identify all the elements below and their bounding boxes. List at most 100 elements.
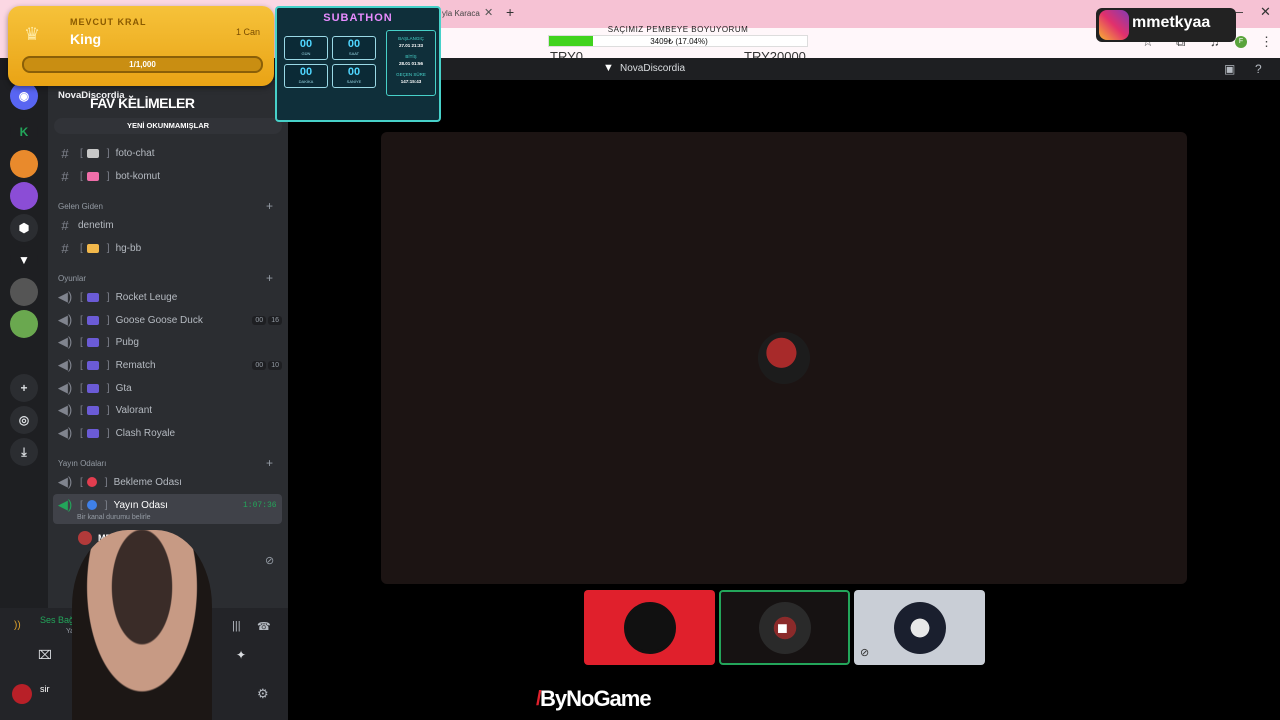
user-avatar[interactable]: [12, 684, 32, 704]
deafened-icon: ⊘: [265, 555, 275, 567]
speaker-active-icon: ◀): [57, 497, 73, 512]
voice-channel-rematch[interactable]: ◀)[] Rematch 00 10: [56, 355, 282, 375]
voice-channel-pubg[interactable]: ◀)[] Pubg: [56, 332, 282, 352]
user-limit-badge: 10: [268, 360, 282, 370]
subathon-seconds: 00 SANİYE: [332, 64, 376, 88]
streamer-webcam: [72, 530, 212, 720]
fav-words-overlay: FAV KELİMELER: [90, 95, 195, 111]
speaker-icon: ◀): [57, 312, 73, 327]
text-channel-icon: #: [61, 145, 69, 161]
gamepad-emoji-icon: [86, 315, 99, 325]
new-tab-button[interactable]: +: [506, 4, 514, 20]
category-oyunlar[interactable]: Oyunlar: [58, 274, 86, 283]
voice-channel-rocket-leuge[interactable]: ◀)[] Rocket Leuge: [56, 287, 282, 307]
explore-icon[interactable]: ◎: [10, 406, 38, 434]
text-channel-icon: #: [61, 240, 69, 256]
category-gelen-giden[interactable]: Gelen Giden: [58, 202, 103, 211]
speaker-icon: ◀): [57, 289, 73, 304]
gamepad-emoji-icon: [86, 292, 99, 302]
voice-timer: 1:07:36: [243, 501, 277, 510]
server-icon-3[interactable]: [10, 182, 38, 210]
speaker-icon: ◀): [57, 380, 73, 395]
text-channel-icon: #: [61, 168, 69, 184]
server-logo-icon: ▼: [603, 62, 614, 74]
settings-gear-icon[interactable]: ⚙: [257, 686, 269, 702]
gamepad-emoji-icon: [86, 337, 99, 347]
voice-channel-gta[interactable]: ◀)[] Gta: [56, 378, 282, 398]
user-name[interactable]: sir: [40, 684, 50, 694]
disconnect-icon[interactable]: ☎: [257, 620, 271, 633]
add-channel-icon[interactable]: +: [266, 199, 273, 213]
profile-avatar[interactable]: F: [1235, 36, 1247, 48]
camera-off-button[interactable]: ⌧: [38, 648, 52, 662]
wave-emoji-icon: [86, 243, 99, 253]
subathon-days: 00 GÜN: [284, 36, 328, 60]
participant-avatar: [893, 601, 946, 654]
text-channel-icon: #: [61, 217, 69, 233]
goal-title: SAÇIMIZ PEMBEYE BOYUYORUM: [607, 25, 749, 34]
speaker-icon: ◀): [57, 402, 73, 417]
voice-channel-clash-royale[interactable]: ◀)[] Clash Royale: [56, 423, 282, 443]
activities-button[interactable]: ✦: [236, 648, 246, 662]
noise-suppression-icon[interactable]: |||: [232, 620, 241, 632]
voice-channel-bekleme-odasi[interactable]: ◀)[] Bekleme Odası: [56, 472, 282, 492]
user-count-badge: 00: [252, 315, 267, 325]
voice-channel-goose-goose-duck[interactable]: ◀)[] Goose Goose Duck 00 16: [56, 310, 282, 330]
user-limit-badge: 16: [268, 315, 282, 325]
king-name: King: [70, 31, 102, 47]
speaker-icon: ◀): [57, 425, 73, 440]
participant-tile-3[interactable]: ⊘: [854, 590, 985, 665]
menu-icon[interactable]: ⋮: [1260, 34, 1273, 50]
discord-home-icon[interactable]: ◉: [10, 82, 38, 110]
goal-progress-bar: 3409₺ (17.04%): [548, 35, 808, 47]
king-progress-bar: 1/1,000: [22, 56, 263, 73]
video-camera-icon: ■: [777, 618, 788, 638]
tab-close-icon[interactable]: ✕: [484, 6, 493, 19]
bynogame-logo: ByNoGame: [540, 686, 652, 711]
help-icon[interactable]: ?: [1255, 62, 1262, 76]
window-title: NovaDiscordia: [620, 63, 686, 74]
keyboard-emoji-icon: [86, 148, 99, 158]
inbox-icon[interactable]: ▣: [1224, 62, 1235, 76]
king-count: 1 Can: [236, 27, 261, 37]
server-icon-kick[interactable]: K: [10, 118, 38, 146]
add-channel-icon[interactable]: +: [266, 456, 273, 470]
close-window-button[interactable]: ✕: [1260, 4, 1271, 20]
speaker-icon: ◀): [57, 357, 73, 372]
gamepad-emoji-icon: [86, 405, 99, 415]
unread-banner[interactable]: YENİ OKUNMAMIŞLAR: [54, 118, 282, 134]
server-icon-5[interactable]: [10, 278, 38, 306]
subathon-minutes: 00 DAKİKA: [284, 64, 328, 88]
download-icon[interactable]: ⤓: [10, 438, 38, 466]
goal-progress-text: 3409₺ (17.04%): [650, 37, 708, 46]
participant-avatar: [623, 601, 676, 654]
castle-emoji-icon: [86, 171, 99, 181]
channel-status-hint[interactable]: Bir kanal durumu belirle: [77, 514, 151, 521]
server-icon-nova[interactable]: ▼: [10, 246, 38, 274]
subathon-times: BAŞLANGIÇ 27.01 21:33 BİTİŞ 28.01 01:56 …: [386, 30, 436, 96]
instagram-handle: mmetkyaa: [1132, 14, 1211, 31]
add-server-icon[interactable]: +: [10, 374, 38, 402]
blue-circle-emoji-icon: [86, 500, 97, 510]
signal-icon: )): [14, 620, 21, 631]
participant-tile-2[interactable]: ■: [719, 590, 850, 665]
stage-avatar: [758, 332, 810, 384]
participant-tile-1[interactable]: [584, 590, 715, 665]
king-label: MEVCUT KRAL: [70, 17, 147, 27]
server-icon-4[interactable]: ⬢: [10, 214, 38, 242]
crown-icon: ♛: [24, 24, 41, 44]
channel-bot-komut[interactable]: #[] bot-komut: [56, 166, 282, 186]
server-icon-2[interactable]: [10, 150, 38, 178]
channel-foto-chat[interactable]: #[] foto-chat: [56, 143, 282, 163]
speaker-icon: ◀): [57, 474, 73, 489]
voice-channel-valorant[interactable]: ◀)[] Valorant: [56, 400, 282, 420]
add-channel-icon[interactable]: +: [266, 271, 273, 285]
channel-denetim[interactable]: # denetim: [56, 215, 282, 235]
server-icon-6[interactable]: [10, 310, 38, 338]
gamepad-emoji-icon: [86, 383, 99, 393]
channel-hg-bb[interactable]: #[] hg-bb: [56, 238, 282, 258]
instagram-icon: [1099, 10, 1129, 40]
subathon-hours: 00 SAAT: [332, 36, 376, 60]
member-avatar[interactable]: [78, 531, 92, 545]
category-yayin-odalari[interactable]: Yayın Odaları: [58, 459, 106, 468]
